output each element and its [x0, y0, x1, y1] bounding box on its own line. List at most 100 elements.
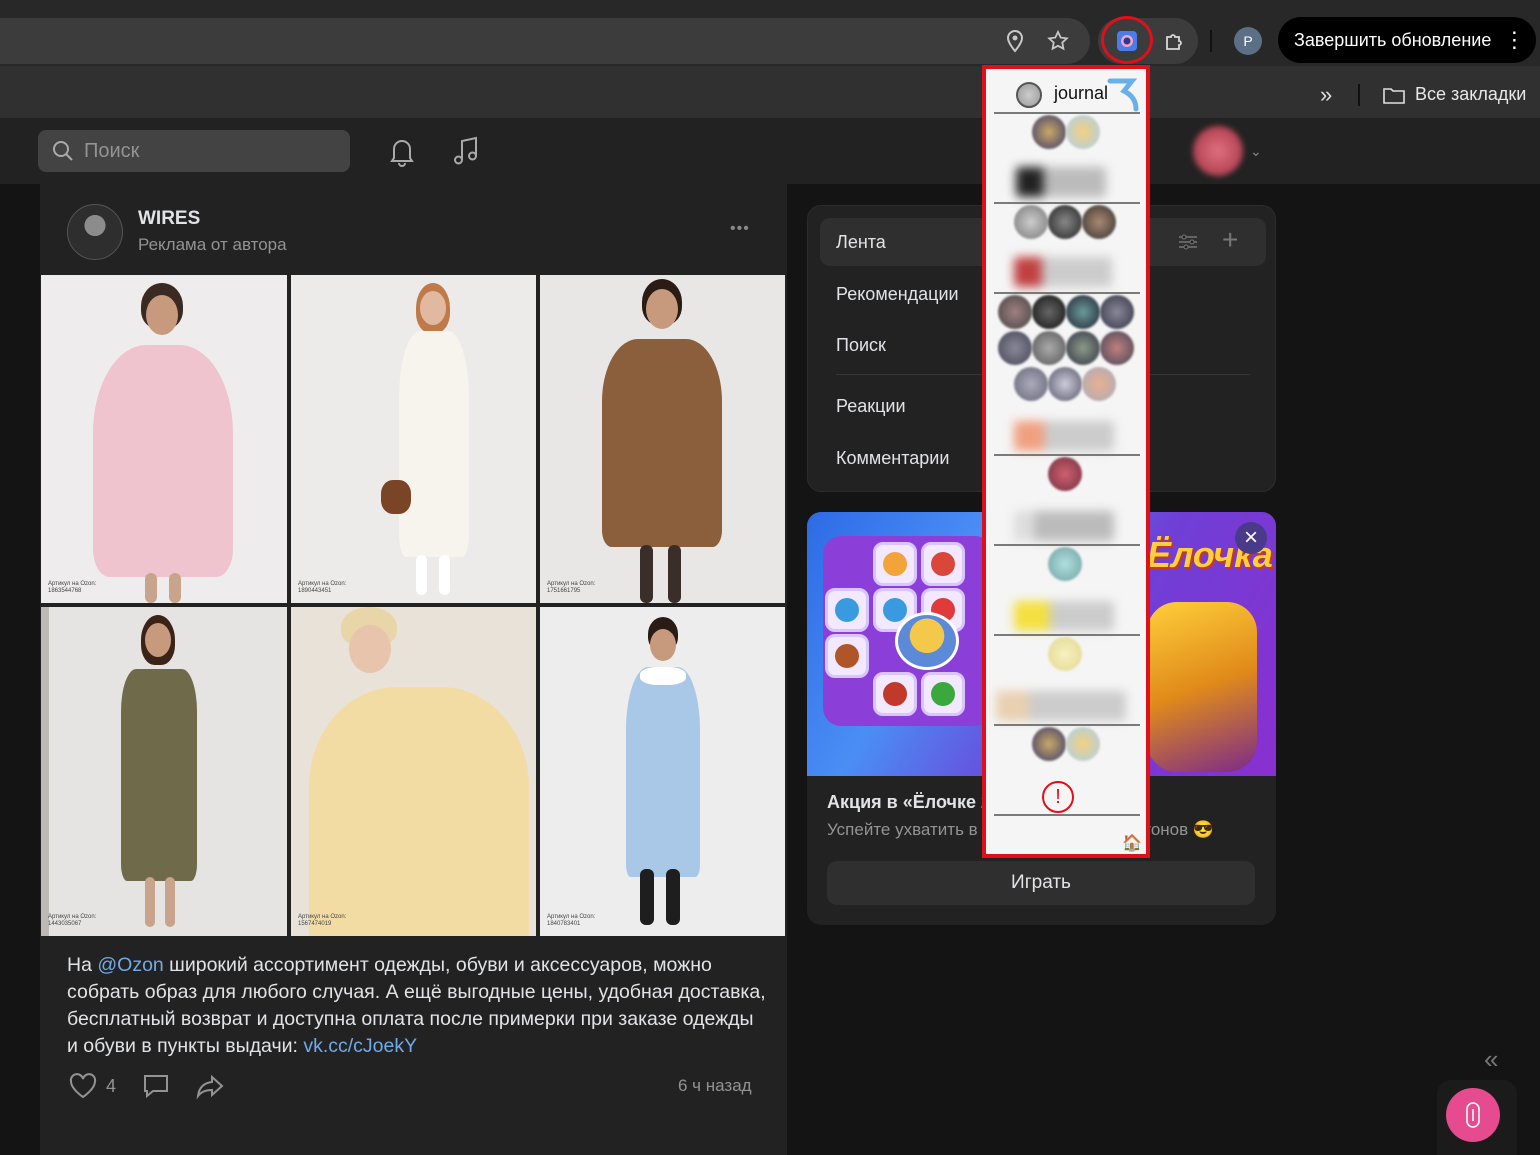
menu-item-feed[interactable]: Лента — [836, 232, 886, 253]
article-number: 1443035067 — [48, 921, 82, 927]
location-icon[interactable] — [1000, 26, 1030, 56]
game-tile — [921, 672, 965, 716]
like-button[interactable]: 4 — [68, 1072, 116, 1100]
photo-4[interactable]: Артикул на Ozon: 1443035067 — [41, 607, 287, 936]
ad-desc-right: гонов 😎 — [1145, 820, 1215, 839]
popup-separator — [994, 544, 1140, 546]
article-label: Артикул на Ozon: — [48, 914, 97, 920]
like-count: 4 — [106, 1075, 117, 1096]
popup-title: journal — [1054, 83, 1109, 103]
menu-item-search[interactable]: Поиск — [836, 335, 886, 356]
article-label: Артикул на Ozon: — [48, 581, 97, 587]
caption-link[interactable]: vk.cc/cJoekY — [303, 1035, 417, 1057]
entry-thumb[interactable] — [1014, 367, 1048, 401]
play-button[interactable]: Играть — [827, 861, 1255, 905]
entry-thumb[interactable] — [1032, 115, 1066, 149]
user-avatar[interactable] — [1193, 126, 1243, 176]
entry-thumb[interactable] — [1100, 295, 1134, 329]
folder-icon — [1383, 87, 1405, 104]
close-ad-button[interactable]: × — [1235, 522, 1267, 554]
entry-thumb[interactable] — [1032, 295, 1066, 329]
blurred-name — [1014, 257, 1112, 287]
entry-thumb[interactable] — [1048, 205, 1082, 239]
entry-thumb[interactable] — [1032, 331, 1066, 365]
blurred-name — [996, 691, 1126, 721]
popup-separator — [994, 454, 1140, 456]
entry-thumb[interactable] — [1048, 367, 1082, 401]
article-label: Артикул на Ozon: — [547, 914, 596, 920]
entry-thumb[interactable] — [1082, 367, 1116, 401]
post-subtitle: Реклама от автора — [138, 235, 287, 254]
highlighted-bowl — [895, 612, 959, 670]
entry-thumb[interactable] — [998, 295, 1032, 329]
music-icon[interactable] — [451, 134, 483, 173]
puzzle-icon[interactable] — [1160, 26, 1190, 56]
photo-6[interactable]: Артикул на Ozon: 1840783401 — [540, 607, 785, 936]
article-number: 1751661795 — [547, 588, 581, 594]
search-input[interactable]: Поиск — [38, 130, 350, 172]
home-icon[interactable]: 🏠 — [1122, 833, 1142, 853]
author-avatar[interactable] — [67, 204, 123, 260]
filter-icon[interactable] — [1176, 230, 1200, 259]
game-tile — [825, 588, 869, 632]
photo-3[interactable]: Артикул на Ozon: 1751661795 — [540, 275, 785, 603]
popup-separator — [994, 814, 1140, 816]
ozon-mention-link[interactable]: @Ozon — [97, 954, 163, 976]
bookmark-divider — [1358, 84, 1360, 106]
entry-thumb[interactable] — [1048, 637, 1082, 671]
chevron-down-icon[interactable]: ⌄ — [1250, 143, 1262, 160]
entry-thumb[interactable] — [1066, 295, 1100, 329]
photo-5[interactable]: Артикул на Ozon: 1567474019 — [291, 607, 536, 936]
menu-item-comments[interactable]: Комментарии — [836, 448, 949, 469]
update-label: Завершить обновление — [1294, 29, 1492, 50]
game-tile — [825, 634, 869, 678]
blurred-name — [1014, 421, 1114, 451]
entry-thumb[interactable] — [1032, 727, 1066, 761]
ad-title: Акция в «Ёлочке 2 — [827, 792, 991, 812]
collapse-icon[interactable]: « — [1484, 1044, 1498, 1075]
bell-icon[interactable] — [386, 134, 418, 173]
caption-prefix: На — [67, 954, 98, 976]
finish-update-button[interactable]: Завершить обновление ⋮ — [1278, 17, 1536, 63]
article-number: 1890443451 — [298, 588, 332, 594]
add-icon[interactable]: + — [1222, 226, 1238, 254]
blurred-name — [1016, 167, 1106, 197]
more-options-icon[interactable]: ••• — [730, 220, 750, 238]
article-label: Артикул на Ozon: — [547, 581, 596, 587]
entry-thumb[interactable] — [998, 331, 1032, 365]
bookmarks-overflow-icon[interactable]: » — [1320, 82, 1332, 108]
highlight-ring — [1101, 16, 1153, 64]
toolbar-divider — [1210, 30, 1212, 52]
popup-separator — [994, 112, 1140, 114]
article-number: 1863544768 — [48, 588, 82, 594]
messenger-button[interactable] — [1446, 1088, 1500, 1142]
share-icon[interactable] — [195, 1072, 225, 1105]
popup-separator — [994, 292, 1140, 294]
address-bar[interactable] — [0, 18, 1090, 64]
all-bookmarks-button[interactable]: Все закладки — [1383, 84, 1526, 105]
entry-thumb[interactable] — [1066, 331, 1100, 365]
menu-item-reactions[interactable]: Реакции — [836, 396, 906, 417]
photo-2[interactable]: Артикул на Ozon: 1890443451 — [291, 275, 536, 603]
game-tile — [873, 672, 917, 716]
kebab-menu-icon: ⋮ — [1503, 27, 1525, 52]
post-author[interactable]: WIRES — [138, 208, 200, 230]
entry-thumb[interactable] — [1014, 205, 1048, 239]
error-icon: ! — [1042, 781, 1074, 813]
menu-item-recommendations[interactable]: Рекомендации — [836, 284, 959, 305]
blurred-name — [1014, 601, 1114, 631]
entry-thumb[interactable] — [1048, 457, 1082, 491]
entry-thumb[interactable] — [1100, 331, 1134, 365]
heart-icon — [69, 1073, 97, 1099]
search-icon — [53, 141, 73, 161]
profile-avatar[interactable]: P — [1234, 27, 1262, 55]
article-number: 1567474019 — [298, 921, 332, 927]
bookmark-star-icon[interactable] — [1043, 26, 1073, 56]
entry-thumb[interactable] — [1066, 727, 1100, 761]
treasure-chest — [1147, 602, 1257, 772]
comment-icon[interactable] — [141, 1072, 171, 1105]
photo-1[interactable]: Артикул на Ozon: 1863544768 — [41, 275, 287, 603]
entry-thumb[interactable] — [1066, 115, 1100, 149]
entry-thumb[interactable] — [1082, 205, 1116, 239]
entry-thumb[interactable] — [1048, 547, 1082, 581]
